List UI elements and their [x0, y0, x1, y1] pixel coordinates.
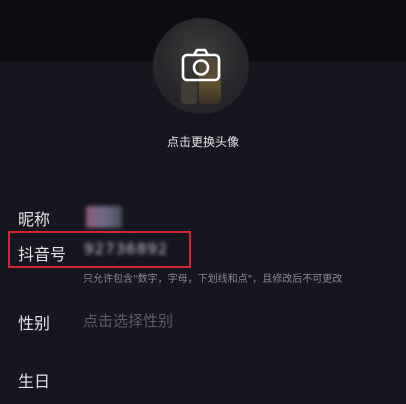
avatar[interactable]: [153, 18, 249, 114]
change-avatar-link[interactable]: 点击更换头像: [0, 133, 406, 150]
douyin-id-highlight: [8, 231, 191, 268]
camera-icon: [181, 48, 221, 82]
gender-select[interactable]: 点击选择性别: [83, 310, 173, 331]
nickname-value[interactable]: [86, 206, 122, 228]
gender-label: 性别: [18, 314, 51, 333]
douyin-id-hint: 只允许包含"数字，字母，下划线和点"，且修改后不可更改: [83, 274, 343, 285]
nickname-label: 昵称: [18, 210, 51, 229]
birthday-label: 生日: [18, 372, 51, 391]
